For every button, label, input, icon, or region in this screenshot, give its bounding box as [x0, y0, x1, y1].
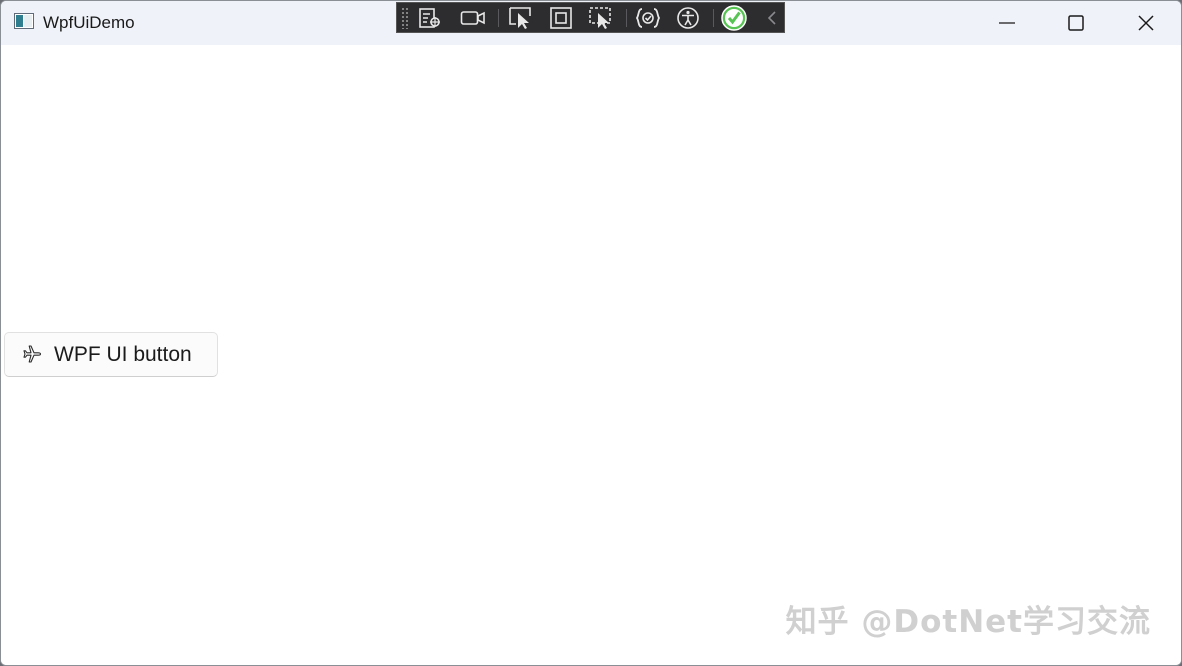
button-label: WPF UI button: [54, 343, 192, 366]
maximize-icon: [1068, 15, 1084, 31]
toolbar-separator: [498, 9, 499, 27]
visual-tree-icon[interactable]: [417, 5, 443, 31]
minimize-button[interactable]: [972, 1, 1042, 45]
track-focus-icon[interactable]: [588, 5, 614, 31]
watermark: 知乎 @DotNet学习交流: [785, 604, 1151, 640]
collapse-chevron-icon[interactable]: [759, 5, 785, 31]
toolbar-separator: [713, 9, 714, 27]
window-title: WpfUiDemo: [43, 13, 135, 32]
app-window-icon: [14, 13, 34, 29]
hot-reload-icon[interactable]: [635, 5, 661, 31]
minimize-icon: [999, 22, 1015, 24]
wpf-ui-button[interactable]: WPF UI button: [4, 332, 218, 377]
accessibility-icon[interactable]: [675, 5, 701, 31]
close-icon: [1138, 15, 1154, 31]
close-button[interactable]: [1111, 1, 1181, 45]
maximize-button[interactable]: [1041, 1, 1111, 45]
wpf-debug-toolbar: [396, 2, 785, 33]
status-ok-icon[interactable]: [721, 5, 747, 31]
video-camera-icon[interactable]: [460, 5, 486, 31]
app-window: WpfUiDemo WPF UI button 知乎 @DotNet学习交流: [0, 0, 1182, 666]
fluent-airplane-icon: [23, 345, 42, 363]
toolbar-grip-icon[interactable]: [401, 7, 409, 29]
select-element-icon[interactable]: [508, 5, 534, 31]
display-layout-adorners-icon[interactable]: [548, 5, 574, 31]
toolbar-separator: [626, 9, 627, 27]
window-content: WPF UI button 知乎 @DotNet学习交流: [1, 45, 1181, 665]
title-bar[interactable]: WpfUiDemo: [1, 1, 1181, 45]
